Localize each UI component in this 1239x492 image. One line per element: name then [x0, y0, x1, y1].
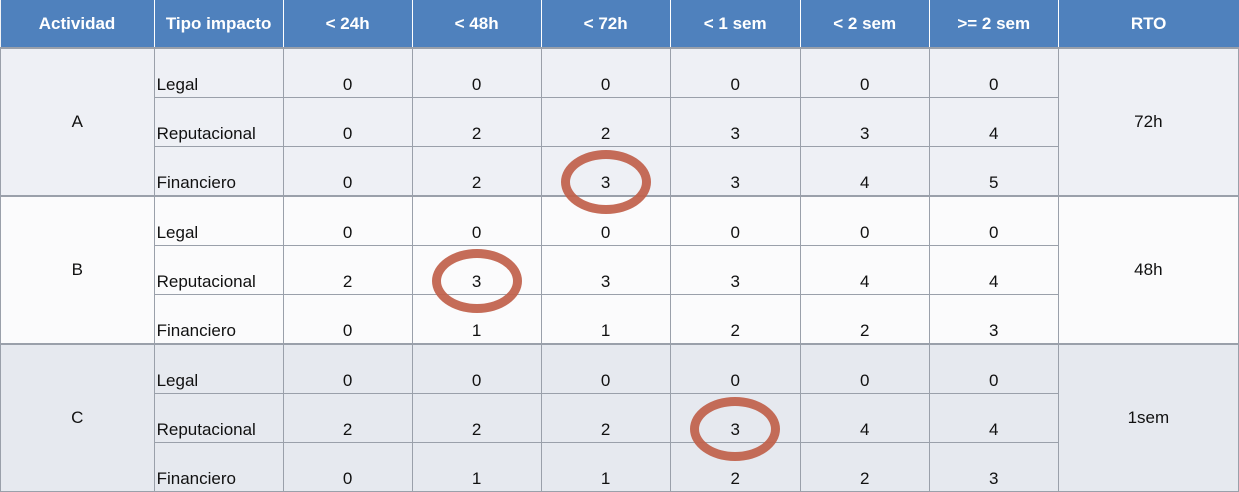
table-row: C Legal 0 0 0 0 0 0 1sem	[0, 343, 1239, 492]
impact-value-cell: 4	[928, 393, 1059, 443]
impact-value-cell: 0	[669, 343, 801, 394]
impact-value-cell: 0	[928, 343, 1059, 394]
impact-value-cell: 0	[282, 146, 413, 197]
impact-value-cell: 0	[928, 47, 1059, 98]
table-row: Reputacional 2 2 2 3 4 4	[0, 393, 1239, 443]
table-header: Actividad Tipo impacto < 24h < 48h < 72h…	[0, 0, 1239, 48]
impact-table: Actividad Tipo impacto < 24h < 48h < 72h…	[0, 0, 1239, 492]
impact-value-cell: 4	[799, 393, 930, 443]
impact-value-cell: 0	[799, 343, 930, 394]
impact-value-cell: 0	[799, 195, 930, 246]
header-tipo-impacto: Tipo impacto	[153, 0, 284, 48]
impact-value-cell: 1	[540, 294, 671, 345]
impact-value-cell: 3	[669, 146, 801, 197]
impact-table-wrapper: Actividad Tipo impacto < 24h < 48h < 72h…	[0, 0, 1239, 492]
impact-value-cell: 2	[411, 97, 542, 147]
header-72h: < 72h	[540, 0, 671, 48]
rto-cell: 72h	[1057, 47, 1239, 197]
rto-cell: 1sem	[1057, 343, 1239, 492]
actividad-cell: C	[0, 343, 155, 492]
table-row: Reputacional 2 3 3 3 4 4	[0, 245, 1239, 295]
tipo-impacto-cell: Financiero	[153, 442, 284, 492]
table-row: A Legal 0 0 0 0 0 0 72h	[0, 47, 1239, 197]
impact-value-cell: 3	[669, 245, 801, 295]
impact-value-cell: 3	[540, 245, 671, 295]
tipo-impacto-cell: Legal	[153, 343, 284, 394]
table-body: A Legal 0 0 0 0 0 0 72h Reputacional 0 2 2 3 3 4 Financi…	[0, 47, 1239, 492]
impact-value-cell: 1	[540, 442, 671, 492]
table-row: Financiero 0 1 1 2 2 3	[0, 442, 1239, 492]
impact-value-cell: 5	[928, 146, 1059, 197]
header-rto: RTO	[1057, 0, 1239, 48]
impact-value-cell: 0	[282, 343, 413, 394]
tipo-impacto-cell: Reputacional	[153, 97, 284, 147]
tipo-impacto-cell: Legal	[153, 47, 284, 98]
impact-value-cell: 0	[928, 195, 1059, 246]
impact-value-cell: 0	[540, 343, 671, 394]
table-row: Financiero 0 1 1 2 2 3	[0, 294, 1239, 345]
impact-value-cell: 2	[540, 393, 671, 443]
header-2sem: < 2 sem	[799, 0, 930, 48]
impact-value-cell: 2	[411, 393, 542, 443]
impact-value-cell: 0	[282, 294, 413, 345]
impact-value-cell: 4	[928, 97, 1059, 147]
highlight-ring	[431, 248, 522, 313]
tipo-impacto-cell: Reputacional	[153, 393, 284, 443]
impact-value-cell: 3	[928, 442, 1059, 492]
impact-value-cell: 2	[282, 245, 413, 295]
impact-value-cell: 4	[928, 245, 1059, 295]
impact-value-cell: 0	[282, 195, 413, 246]
impact-value-cell: 2	[411, 146, 542, 197]
tipo-impacto-cell: Reputacional	[153, 245, 284, 295]
actividad-cell: B	[0, 195, 155, 345]
impact-value-cell: 4	[799, 146, 930, 197]
header-mas-2sem: >= 2 sem	[928, 0, 1059, 48]
header-48h: < 48h	[411, 0, 542, 48]
impact-value-cell: 2	[799, 294, 930, 345]
impact-value-cell: 0	[411, 343, 542, 394]
impact-value-cell: 0	[411, 195, 542, 246]
highlight-ring	[690, 396, 781, 461]
tipo-impacto-cell: Legal	[153, 195, 284, 246]
impact-value-cell: 0	[282, 47, 413, 98]
highlight-ring	[560, 150, 651, 214]
impact-value-cell: 2	[669, 294, 801, 345]
actividad-cell: A	[0, 47, 155, 197]
tipo-impacto-cell: Financiero	[153, 146, 284, 197]
impact-value-cell: 0	[411, 47, 542, 98]
impact-value-cell: 3	[928, 294, 1059, 345]
impact-value-cell: 0	[282, 97, 413, 147]
impact-value-cell: 2	[540, 97, 671, 147]
impact-value-cell: 3	[669, 97, 801, 147]
impact-value-cell: 0	[669, 47, 801, 98]
header-24h: < 24h	[282, 0, 413, 48]
impact-value-cell: 2	[799, 442, 930, 492]
impact-value-cell: 0	[669, 195, 801, 246]
header-1sem: < 1 sem	[669, 0, 801, 48]
impact-value-cell: 4	[799, 245, 930, 295]
impact-value-cell: 1	[411, 442, 542, 492]
impact-value-cell: 0	[282, 442, 413, 492]
impact-value-cell: 0	[540, 47, 671, 98]
header-row: Actividad Tipo impacto < 24h < 48h < 72h…	[0, 0, 1239, 48]
table-row: Reputacional 0 2 2 3 3 4	[0, 97, 1239, 147]
tipo-impacto-cell: Financiero	[153, 294, 284, 345]
impact-value-cell: 0	[799, 47, 930, 98]
rto-cell: 48h	[1057, 195, 1239, 345]
header-actividad: Actividad	[0, 0, 155, 48]
impact-value-cell: 2	[282, 393, 413, 443]
impact-value-cell: 3	[799, 97, 930, 147]
